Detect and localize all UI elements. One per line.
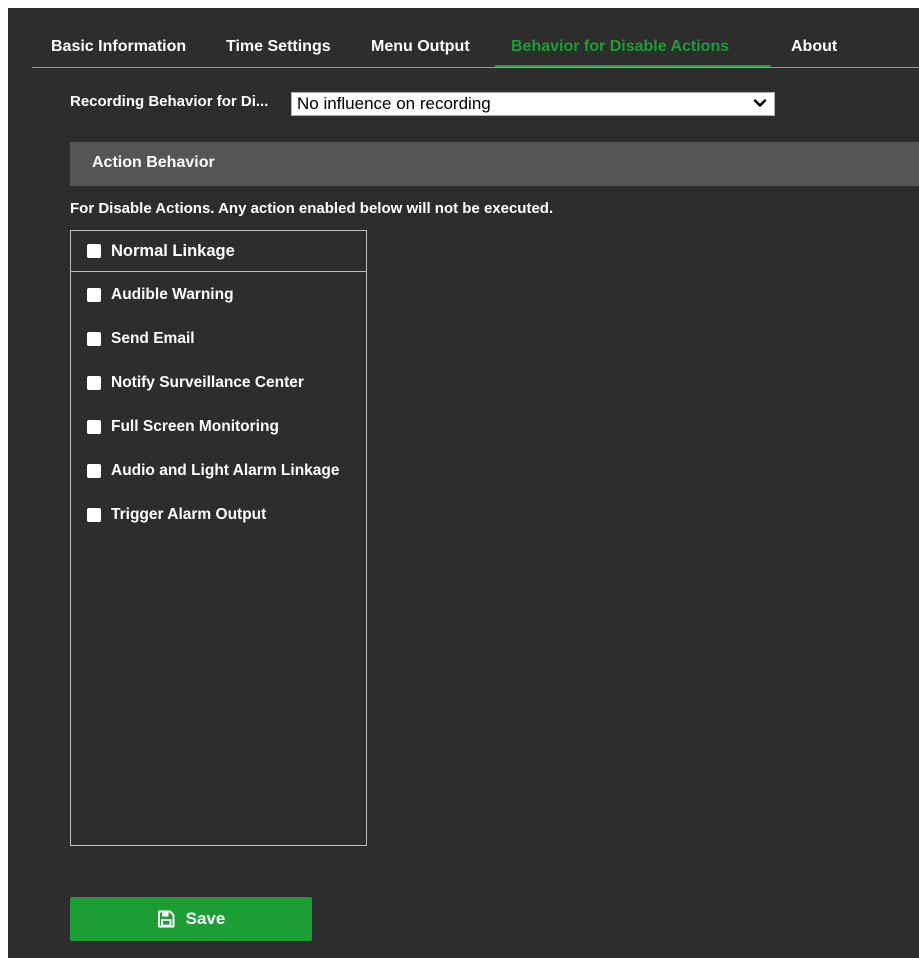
notify-surveillance-center-label: Notify Surveillance Center (111, 374, 304, 391)
normal-linkage-checkbox-row[interactable]: Normal Linkage (87, 241, 235, 261)
section-title: Action Behavior (92, 154, 215, 171)
audible-warning-label: Audible Warning (111, 286, 234, 303)
send-email-checkbox[interactable] (87, 332, 101, 346)
recording-behavior-select[interactable]: No influence on recording (291, 92, 775, 116)
save-button-label: Save (185, 909, 226, 928)
tab-menu-output[interactable]: Menu Output (371, 32, 470, 67)
normal-linkage-checkbox[interactable] (87, 244, 101, 258)
audio-light-alarm-linkage-label: Audio and Light Alarm Linkage (111, 462, 340, 479)
active-tab-indicator (495, 65, 771, 67)
chevron-down-icon (753, 99, 767, 107)
full-screen-monitoring-label: Full Screen Monitoring (111, 418, 279, 435)
floppy-disk-icon (157, 910, 175, 928)
audio-light-alarm-linkage-checkbox[interactable] (87, 464, 101, 478)
notify-surveillance-center-row[interactable]: Notify Surveillance Center (87, 373, 304, 393)
audible-warning-row[interactable]: Audible Warning (87, 285, 234, 305)
send-email-row[interactable]: Send Email (87, 329, 195, 349)
recording-behavior-value: No influence on recording (297, 94, 491, 113)
tab-basic-information[interactable]: Basic Information (51, 32, 186, 67)
send-email-label: Send Email (111, 330, 195, 347)
disable-actions-note: For Disable Actions. Any action enabled … (70, 200, 554, 217)
tab-behavior-for-disable-actions[interactable]: Behavior for Disable Actions (511, 32, 729, 67)
action-behavior-header: Action Behavior (70, 142, 919, 186)
trigger-alarm-output-row[interactable]: Trigger Alarm Output (87, 505, 266, 525)
tab-about[interactable]: About (791, 32, 837, 67)
recording-behavior-label: Recording Behavior for Di... (70, 93, 269, 110)
tab-bar: Basic Information Time Settings Menu Out… (32, 32, 919, 68)
full-screen-monitoring-checkbox[interactable] (87, 420, 101, 434)
normal-linkage-box: Normal Linkage Audible Warning Send Emai… (70, 230, 367, 846)
save-button[interactable]: Save (70, 897, 312, 941)
audible-warning-checkbox[interactable] (87, 288, 101, 302)
trigger-alarm-output-checkbox[interactable] (87, 508, 101, 522)
notify-surveillance-center-checkbox[interactable] (87, 376, 101, 390)
tab-time-settings[interactable]: Time Settings (226, 32, 331, 67)
normal-linkage-header: Normal Linkage (71, 231, 366, 272)
trigger-alarm-output-label: Trigger Alarm Output (111, 506, 267, 523)
audio-light-alarm-linkage-row[interactable]: Audio and Light Alarm Linkage (87, 461, 340, 481)
normal-linkage-label: Normal Linkage (111, 241, 235, 260)
full-screen-monitoring-row[interactable]: Full Screen Monitoring (87, 417, 279, 437)
settings-panel: Basic Information Time Settings Menu Out… (8, 8, 919, 958)
